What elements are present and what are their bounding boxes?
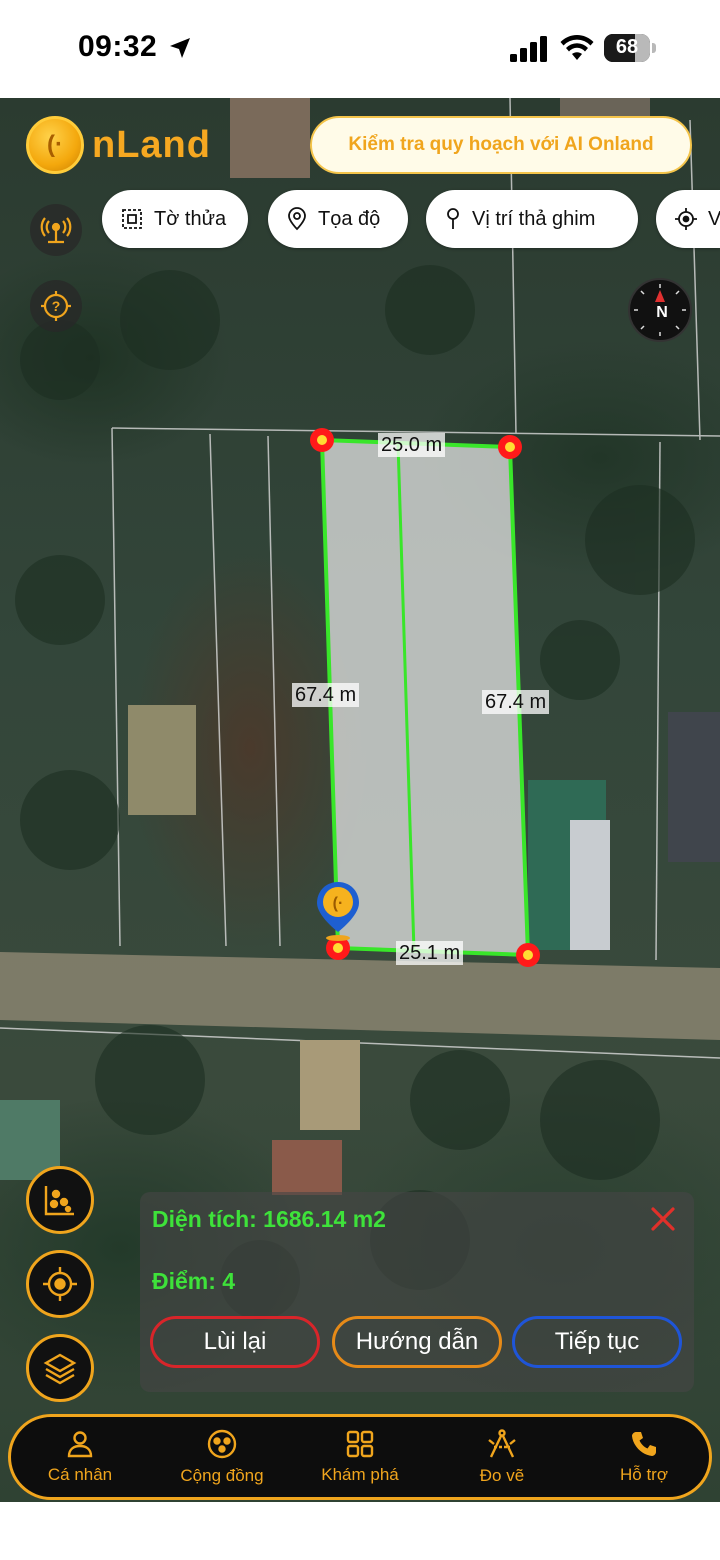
location-pin-icon [288,207,306,231]
continue-button[interactable]: Tiếp tục [512,1316,682,1368]
nav-explore-label: Khám phá [321,1465,399,1484]
chip-coordinates[interactable]: Tọa độ [268,190,408,248]
chip-current-location[interactable]: V [656,190,720,248]
battery-level: 68 [615,36,639,58]
grid-icon [346,1430,374,1458]
dimension-bottom-label: 25.1 m [396,941,464,965]
map-layers-button[interactable] [26,1334,94,1402]
parcel-map-icon [122,209,142,229]
location-arrow-icon [170,38,190,58]
measurement-panel: Diện tích: 1686.14 m2 Điểm: 4 Lùi lại Hư… [140,1192,694,1392]
nav-community[interactable]: Cộng đồng [159,1417,285,1497]
status-time: 09:32 [78,30,158,63]
chip-current-location-label: V [708,207,720,230]
ai-planning-check-button[interactable]: Kiểm tra quy hoạch với AI Onland [310,116,692,174]
chip-coordinates-label: Tọa độ [318,207,381,230]
dimension-top-label: 25.0 m [378,433,446,457]
compass-north-label: N [656,304,668,321]
nav-measure[interactable]: Đo vẽ [439,1417,565,1497]
phone-icon [632,1432,656,1456]
guide-button[interactable]: Hướng dẫn [332,1316,502,1368]
battery-indicator: 68 [604,34,656,62]
chip-parcel-label: Tờ thửa [154,207,227,230]
onland-logo: (· nLand [26,116,211,174]
chip-drop-pin-label: Vị trí thả ghim [472,207,596,230]
svg-text:(·: (· [333,895,344,912]
dimension-right-label: 67.4 m [482,690,550,714]
signal-tower-icon [40,217,72,244]
home-indicator-area [0,1502,720,1560]
nav-explore[interactable]: Khám phá [297,1417,423,1497]
bottom-navigation: Cá nhân Cộng đồng Khám phá Đo vẽ Hỗ trợ [8,1414,712,1500]
help-button[interactable]: ? [30,280,82,332]
svg-text:?: ? [52,298,61,314]
signal-tower-button[interactable] [30,204,82,256]
logo-text: nLand [92,123,211,166]
target-location-icon [43,1267,77,1301]
points-readout: Điểm: 4 [152,1268,236,1294]
area-readout: Diện tích: 1686.14 m2 [152,1206,386,1232]
locate-me-button[interactable] [26,1250,94,1318]
nav-profile[interactable]: Cá nhân [17,1417,143,1497]
undo-button[interactable]: Lùi lại [150,1316,320,1368]
nav-community-label: Cộng đồng [180,1466,264,1485]
community-icon [207,1429,237,1459]
nav-measure-label: Đo vẽ [479,1466,525,1485]
chip-drop-pin[interactable]: Vị trí thả ghim [426,190,638,248]
drop-pin-icon [447,208,459,229]
cellular-signal-icon [510,36,547,62]
status-bar: 09:32 68 [0,0,720,98]
compass-button[interactable]: N [628,278,692,342]
dimension-left-label: 67.4 m [292,683,360,707]
wifi-icon [560,35,594,60]
nav-profile-label: Cá nhân [47,1465,113,1484]
current-location-pin-icon[interactable]: (· [314,880,362,942]
chip-parcel[interactable]: Tờ thửa [102,190,248,248]
statistics-button[interactable] [26,1166,94,1234]
person-icon [67,1431,93,1458]
nav-support-label: Hỗ trợ [620,1465,668,1484]
scatter-chart-icon [44,1186,74,1216]
help-target-icon: ? [41,291,71,321]
coin-logo-icon: (· [26,116,84,174]
nav-support[interactable]: Hỗ trợ [581,1417,707,1497]
crosshair-icon [675,208,697,230]
layers-icon [43,1353,77,1385]
close-icon[interactable] [648,1204,678,1234]
measure-icon [488,1429,516,1458]
